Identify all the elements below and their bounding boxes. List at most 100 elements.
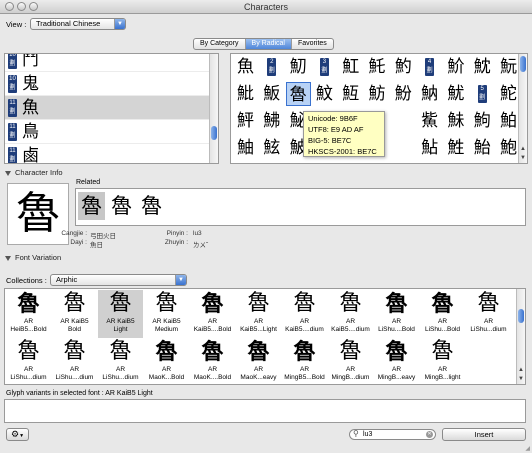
font-variation-cell[interactable]: 魯 AR MingB...dium bbox=[328, 338, 373, 384]
font-name-line1: AR bbox=[345, 318, 356, 325]
related-char[interactable]: 魯 bbox=[138, 192, 165, 220]
font-variation-cell[interactable]: 魯 AR LiShu...Bold bbox=[420, 290, 465, 338]
font-variation-cell[interactable]: 魯 AR LiShu....dium bbox=[52, 338, 97, 384]
font-variation-cell[interactable]: 魯 AR LiShu...dium bbox=[466, 290, 511, 338]
radical-row[interactable]: 10 劃鬥 bbox=[5, 54, 213, 72]
tab-favorites[interactable]: Favorites bbox=[292, 39, 333, 49]
character-cell[interactable]: 魴 bbox=[365, 82, 390, 106]
character-cell[interactable]: 鮆 bbox=[417, 109, 442, 133]
font-name-line1: AR bbox=[23, 318, 34, 325]
radical-glyph: 鹵 bbox=[22, 146, 39, 164]
related-char-selected[interactable]: 魯 bbox=[78, 192, 105, 220]
scroll-thumb[interactable] bbox=[518, 309, 524, 323]
font-variation-cell[interactable]: 魯 AR KaiB5....dium bbox=[282, 290, 327, 338]
character-cell[interactable]: 魚 bbox=[233, 55, 258, 79]
disclosure-triangle-icon[interactable] bbox=[5, 255, 11, 261]
tab-by-radical[interactable]: By Radical bbox=[245, 39, 292, 49]
view-popup[interactable]: Traditional Chinese ▼ bbox=[30, 18, 126, 30]
disclosure-triangle-icon[interactable] bbox=[5, 170, 11, 176]
font-variation-cell[interactable]: 魯 AR KaiB5 Medium bbox=[144, 290, 189, 338]
related-char[interactable]: 魯 bbox=[108, 192, 135, 220]
character-cell[interactable]: 魡 bbox=[391, 55, 416, 79]
character-cell[interactable]: 魟 bbox=[338, 55, 363, 79]
character-cell[interactable]: 魶 bbox=[417, 82, 442, 106]
font-variation-cell[interactable]: 魯 AR LiShu....Bold bbox=[374, 290, 419, 338]
resize-grip-icon[interactable]: ◢ bbox=[525, 445, 530, 452]
radical-list-scrollbar[interactable] bbox=[209, 54, 218, 163]
font-variation-cell[interactable]: 魯 AR HeiB5...Bold bbox=[6, 290, 51, 338]
font-variation-cell[interactable]: 魯 AR KaiB5....dium bbox=[328, 290, 373, 338]
font-variation-cell[interactable]: 魯 AR KaiB5 Light bbox=[98, 290, 143, 338]
view-label: View : bbox=[6, 20, 27, 29]
character-cell[interactable]: 魱 bbox=[338, 82, 363, 106]
font-name-line1: AR bbox=[483, 318, 494, 325]
scroll-down-icon[interactable]: ▼ bbox=[520, 155, 526, 161]
radical-row[interactable]: 11 劃鹵 bbox=[5, 144, 213, 164]
character-info-header[interactable]: Character Info bbox=[5, 168, 63, 177]
font-variation-cell[interactable]: 魯 AR MaoK...Bold bbox=[144, 338, 189, 384]
font-variation-cell[interactable]: 魯 AR MaoK...eavy bbox=[236, 338, 281, 384]
font-grid-scrollbar[interactable]: ▲ ▼ bbox=[516, 289, 525, 384]
tab-by-category[interactable]: By Category bbox=[194, 39, 246, 49]
clear-search-icon[interactable]: ✕ bbox=[426, 431, 433, 438]
font-variation-cell[interactable]: 魯 AR MingB...light bbox=[420, 338, 465, 384]
zoom-window-icon[interactable] bbox=[29, 2, 38, 11]
scroll-down-icon[interactable]: ▼ bbox=[518, 376, 524, 382]
chevron-down-icon: ▼ bbox=[19, 433, 25, 439]
font-sample-glyph: 魯 bbox=[385, 339, 408, 365]
character-cell[interactable]: 魛 bbox=[286, 55, 311, 79]
close-window-icon[interactable] bbox=[5, 2, 14, 11]
character-cell[interactable]: 魪 bbox=[443, 55, 468, 79]
font-variation-cell[interactable]: 魯 AR MaoK....Bold bbox=[190, 338, 235, 384]
font-sample-glyph: 魯 bbox=[201, 339, 224, 365]
scroll-thumb[interactable] bbox=[520, 56, 526, 72]
minimize-window-icon[interactable] bbox=[17, 2, 26, 11]
character-cell[interactable]: 魬 bbox=[259, 82, 284, 106]
title-bar: Characters bbox=[0, 0, 532, 14]
search-field[interactable]: ⚲ lu3 ✕ bbox=[349, 429, 436, 440]
action-menu-button[interactable]: ⚙▼ bbox=[6, 428, 29, 441]
character-cell[interactable]: 鮇 bbox=[443, 109, 468, 133]
scroll-up-icon[interactable]: ▲ bbox=[520, 146, 526, 152]
font-variation-cell[interactable]: 魯 AR KaiB5....Bold bbox=[190, 290, 235, 338]
character-cell[interactable]: 鮋 bbox=[233, 136, 258, 160]
character-cell[interactable]: 鮎 bbox=[417, 136, 442, 160]
stroke-count-badge: 5劃 bbox=[477, 85, 487, 103]
radical-list[interactable]: 10 劃鬥 10 劃鬼 11 劃魚 11 劃鳥 11 劃鹵 bbox=[4, 53, 219, 164]
character-cell[interactable]: 魯 bbox=[285, 82, 311, 106]
font-variation-cell[interactable]: 魯 AR MingB5...Bold bbox=[282, 338, 327, 384]
font-variation-cell[interactable]: 魯 AR MingB...eavy bbox=[374, 338, 419, 384]
radical-row[interactable]: 11 劃鳥 bbox=[5, 120, 213, 144]
font-variation-header[interactable]: Font Variation bbox=[5, 253, 61, 262]
character-cell[interactable]: 鮐 bbox=[470, 136, 495, 160]
insert-button[interactable]: Insert bbox=[442, 428, 526, 441]
font-sample-glyph: 魯 bbox=[431, 291, 454, 317]
character-grid-scrollbar[interactable]: ▲ ▼ bbox=[518, 54, 527, 163]
font-variation-cell[interactable]: 魯 AR KaiB5 Bold bbox=[52, 290, 97, 338]
font-name-line2: LiShu....dium bbox=[55, 374, 94, 381]
character-cell[interactable]: 鮏 bbox=[443, 136, 468, 160]
character-cell[interactable]: 鮌 bbox=[259, 136, 284, 160]
character-cell[interactable]: 魮 bbox=[233, 82, 258, 106]
radical-row[interactable]: 11 劃魚 bbox=[5, 96, 213, 120]
font-sample-glyph: 魯 bbox=[201, 291, 224, 317]
character-cell[interactable]: 魠 bbox=[365, 55, 390, 79]
collections-popup[interactable]: Arphic ▼ bbox=[50, 274, 187, 286]
font-name-line1: AR bbox=[391, 318, 402, 325]
font-variation-cell[interactable]: 魯 AR KaiB5...Light bbox=[236, 290, 281, 338]
scroll-up-icon[interactable]: ▲ bbox=[518, 367, 524, 373]
code-tooltip: Unicode: 9B6F UTF8: E9 AD AF BIG-5: BE7C… bbox=[303, 111, 385, 157]
font-variation-grid[interactable]: 魯 AR HeiB5...Bold 魯 AR KaiB5 Bold 魯 AR KaiB5 Lig… bbox=[4, 288, 526, 385]
character-cell[interactable]: 鮄 bbox=[259, 109, 284, 133]
radical-row[interactable]: 10 劃鬼 bbox=[5, 72, 213, 96]
font-variation-cell[interactable]: 魯 AR LiShu...dium bbox=[6, 338, 51, 384]
character-cell[interactable]: 魵 bbox=[391, 82, 416, 106]
character-cell[interactable]: 魫 bbox=[470, 55, 495, 79]
font-variation-cell[interactable]: 魯 AR LiShu...dium bbox=[98, 338, 143, 384]
character-cell[interactable]: 鮈 bbox=[470, 109, 495, 133]
character-cell[interactable]: 鮃 bbox=[233, 109, 258, 133]
character-cell[interactable]: 魷 bbox=[443, 82, 468, 106]
character-cell[interactable]: 魰 bbox=[312, 82, 337, 106]
font-name-line2: LiShu....Bold bbox=[378, 326, 415, 333]
scroll-thumb[interactable] bbox=[211, 126, 217, 140]
